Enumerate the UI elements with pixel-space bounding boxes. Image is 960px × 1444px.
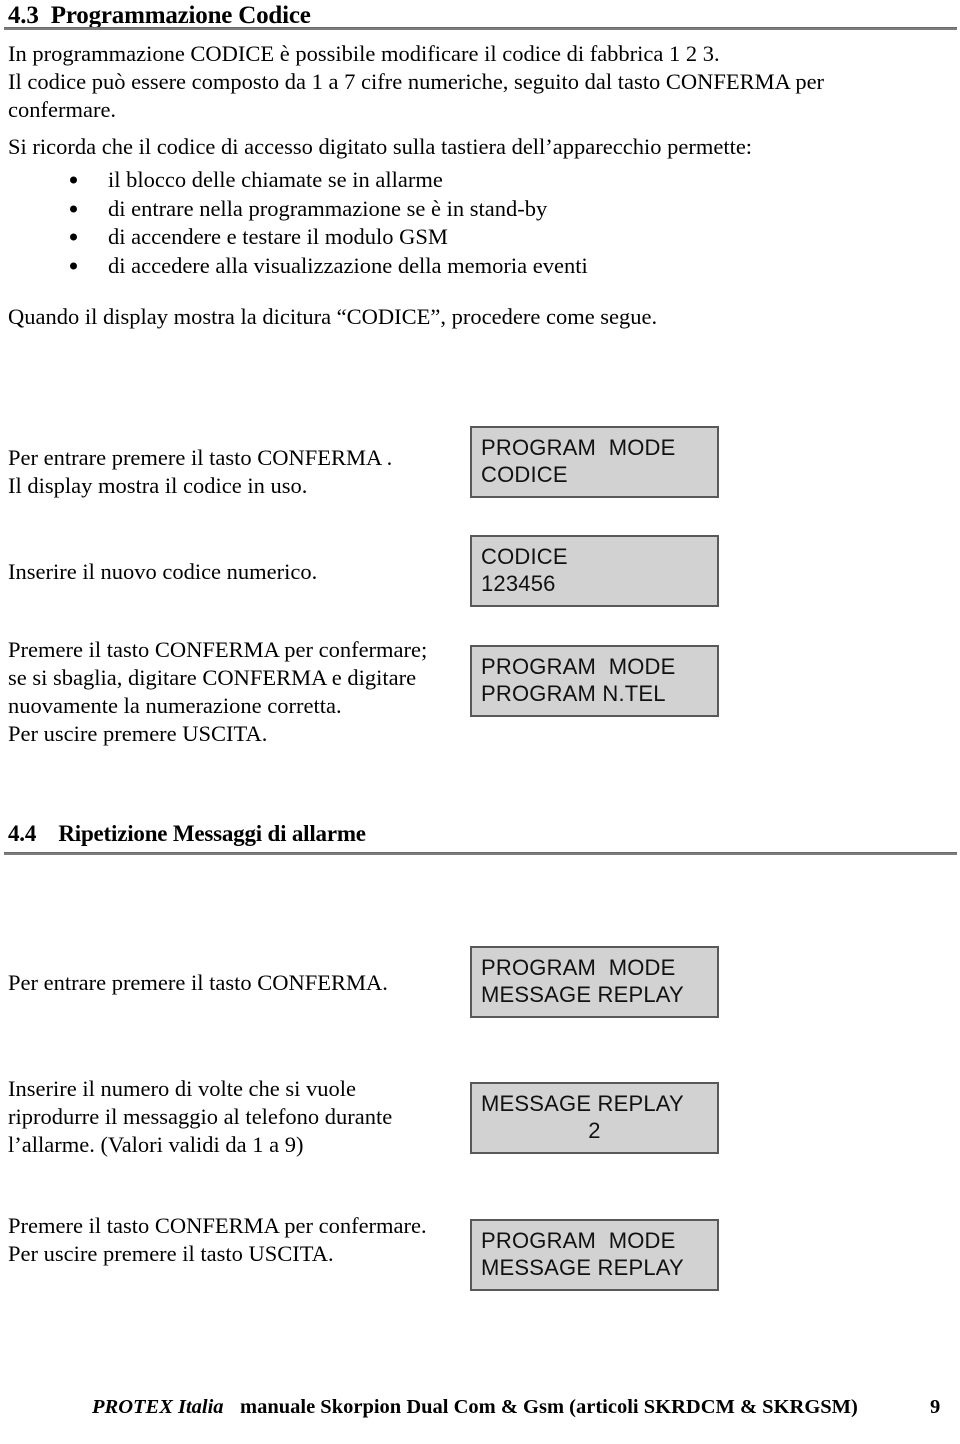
- list-item: il blocco delle chiamate se in allarme: [70, 166, 588, 195]
- lcd-line-1: CODICE: [481, 544, 568, 569]
- lcd-line-1: PROGRAM MODE: [481, 654, 676, 679]
- section-rule-4-3: [4, 27, 957, 30]
- bullet-dot-icon: [70, 205, 77, 213]
- section-title: Ripetizione Messaggi di allarme: [58, 821, 366, 846]
- lcd-line-1: PROGRAM MODE: [481, 955, 676, 980]
- section-title: Programmazione Codice: [50, 2, 311, 29]
- section-heading-4-4: 4.4 Ripetizione Messaggi di allarme: [8, 821, 952, 847]
- bullet-dot-icon: [70, 176, 77, 184]
- list-item-label: di accedere alla visualizzazione della m…: [108, 252, 588, 278]
- step-2-text-line-1: Inserire il nuovo codice numerico.: [8, 559, 318, 584]
- intro-line-2: Il codice può essere composto da 1 a 7 c…: [8, 69, 825, 94]
- list-item: di accendere e testare il modulo GSM: [70, 223, 588, 252]
- list-item: di accedere alla visualizzazione della m…: [70, 252, 588, 281]
- section-number: 4.4: [8, 821, 37, 846]
- step-1-text-line-2: Il display mostra il codice in uso.: [8, 473, 308, 498]
- list-item: di entrare nella programmazione se è in …: [70, 195, 588, 224]
- bullet-dot-icon: [70, 262, 77, 270]
- step-5-text-line-1: Inserire il numero di volte che si vuole: [8, 1076, 357, 1101]
- lcd-display-step-6: PROGRAM MODE MESSAGE REPLAY: [470, 1219, 719, 1291]
- step-5-text-line-3: l’allarme. (Valori validi da 1 a 9): [8, 1132, 304, 1157]
- intro-line-1: In programmazione CODICE è possibile mod…: [8, 41, 720, 66]
- after-bullets-note: Quando il display mostra la dicitura “CO…: [8, 304, 658, 329]
- lcd-display-step-4: PROGRAM MODE MESSAGE REPLAY: [470, 946, 719, 1018]
- footer-page-number: 9: [930, 1396, 941, 1418]
- step-3-text-line-3: nuovamente la numerazione corretta.: [8, 693, 342, 718]
- document-page: 4.3 Programmazione Codice In programmazi…: [0, 0, 960, 1444]
- list-item-label: di entrare nella programmazione se è in …: [108, 195, 548, 221]
- step-6-text-line-1: Premere il tasto CONFERMA per confermare…: [8, 1213, 427, 1238]
- lcd-display-step-1: PROGRAM MODE CODICE: [470, 426, 719, 498]
- step-1-text-line-1: Per entrare premere il tasto CONFERMA .: [8, 445, 393, 470]
- lcd-line-2: MESSAGE REPLAY: [481, 1255, 684, 1280]
- intro-line-3: confermare.: [8, 97, 117, 122]
- section-heading-4-3: 4.3 Programmazione Codice: [8, 2, 952, 30]
- lcd-display-step-3: PROGRAM MODE PROGRAM N.TEL: [470, 645, 719, 717]
- list-item-label: di accendere e testare il modulo GSM: [108, 224, 448, 249]
- permissions-bullet-list: il blocco delle chiamate se in allarme d…: [70, 166, 588, 280]
- lcd-line-2: 123456: [481, 571, 556, 596]
- section-rule-4-4: [4, 852, 957, 855]
- intro-line-4: Si ricorda che il codice di accesso digi…: [8, 134, 753, 159]
- step-3-text-line-4: Per uscire premere USCITA.: [8, 721, 268, 746]
- lcd-line-2: 2: [588, 1118, 601, 1143]
- bullet-dot-icon: [70, 233, 77, 241]
- step-6-text-line-2: Per uscire premere il tasto USCITA.: [8, 1241, 334, 1266]
- lcd-line-1: PROGRAM MODE: [481, 435, 676, 460]
- lcd-display-step-2: CODICE 123456: [470, 535, 719, 607]
- lcd-line-1: PROGRAM MODE: [481, 1228, 676, 1253]
- step-3-text-line-2: se si sbaglia, digitare CONFERMA e digit…: [8, 665, 417, 690]
- lcd-display-step-5: MESSAGE REPLAY 2: [470, 1082, 719, 1154]
- lcd-line-1: MESSAGE REPLAY: [481, 1091, 684, 1116]
- lcd-line-2: MESSAGE REPLAY: [481, 982, 684, 1007]
- step-3-text-line-1: Premere il tasto CONFERMA per confermare…: [8, 637, 428, 662]
- section-number: 4.3: [8, 2, 39, 29]
- lcd-line-2: PROGRAM N.TEL: [481, 681, 666, 706]
- list-item-label: il blocco delle chiamate se in allarme: [108, 167, 443, 192]
- lcd-line-2: CODICE: [481, 462, 568, 487]
- footer-brand: PROTEX Italia: [92, 1396, 224, 1418]
- step-4-text-line-1: Per entrare premere il tasto CONFERMA.: [8, 970, 388, 995]
- step-5-text-line-2: riprodurre il messaggio al telefono dura…: [8, 1104, 393, 1129]
- footer-text: manuale Skorpion Dual Com & Gsm (articol…: [240, 1396, 858, 1418]
